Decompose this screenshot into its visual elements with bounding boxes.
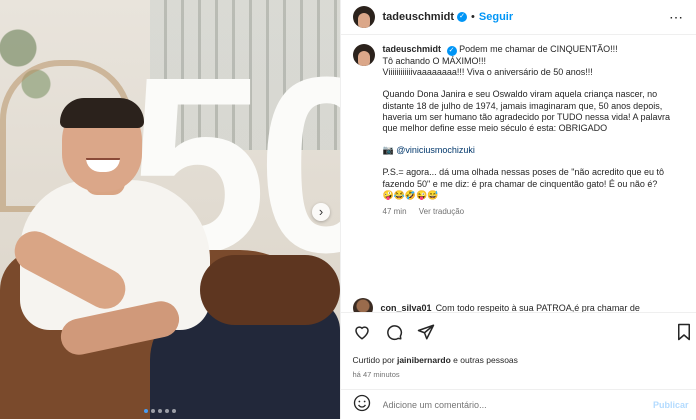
photographer-mention[interactable]: @viniciusmochizuki xyxy=(396,145,475,155)
armchair-arm xyxy=(200,255,340,325)
separator-dot: • xyxy=(471,11,475,23)
publish-button[interactable]: Publicar xyxy=(653,400,689,410)
more-options-icon[interactable]: ⋯ xyxy=(669,9,684,26)
post-sidebar: tadeuschmidt ✓ • Seguir ⋯ tadeuschmidt ✓… xyxy=(339,0,696,420)
caption-username[interactable]: tadeuschmidt xyxy=(383,44,442,54)
post-header: tadeuschmidt ✓ • Seguir ⋯ xyxy=(340,0,696,35)
post-photo[interactable]: 50 › xyxy=(0,0,340,419)
carousel-dot xyxy=(172,409,176,413)
caption-paragraph: P.S.= agora... dá uma olhada nessas pose… xyxy=(382,167,664,189)
comment-input[interactable] xyxy=(380,399,635,411)
likes-summary: Curtido por jainibernardo e outras pesso… xyxy=(352,355,518,365)
carousel-indicator xyxy=(144,409,176,413)
add-comment-bar: Publicar xyxy=(340,389,696,420)
comment-icon[interactable] xyxy=(385,323,403,341)
post-caption: tadeuschmidt ✓ Podem me chamar de CINQUE… xyxy=(352,44,683,217)
caption-line: Tô achando O MÁXIMO!!! xyxy=(382,56,487,66)
caption-line: Viiiiiiiiiiiivaaaaaaaa!!! Viva o anivers… xyxy=(382,67,593,78)
post-modal: 50 › tadeuschmidt ✓ • Seguir ⋯ tadeuschm… xyxy=(0,0,696,419)
carousel-dot xyxy=(144,409,148,413)
liker-username[interactable]: jainibernardo xyxy=(397,355,451,365)
avatar[interactable] xyxy=(352,6,375,28)
carousel-next-button[interactable]: › xyxy=(312,203,330,221)
avatar[interactable] xyxy=(352,44,375,66)
heart-icon[interactable] xyxy=(353,323,371,341)
action-bar: Curtido por jainibernardo e outras pesso… xyxy=(340,312,696,389)
post-time: há 47 minutos xyxy=(352,370,400,379)
verified-icon: ✓ xyxy=(457,12,468,22)
translate-link[interactable]: Ver tradução xyxy=(419,207,464,216)
caption-time: 47 min xyxy=(382,207,407,217)
follow-button[interactable]: Seguir xyxy=(479,11,513,23)
verified-icon: ✓ xyxy=(446,46,457,56)
share-icon[interactable] xyxy=(417,323,435,341)
username-link[interactable]: tadeuschmidt xyxy=(383,11,455,23)
carousel-dot xyxy=(165,409,169,413)
emoji-icon[interactable] xyxy=(353,394,371,417)
carousel-dot xyxy=(158,409,162,413)
carousel-dot xyxy=(151,409,155,413)
caption-paragraph: Quando Dona Janira e seu Oswaldo viram a… xyxy=(382,89,671,134)
camera-icon: 📷 xyxy=(382,145,394,156)
person-hair xyxy=(60,98,144,128)
bookmark-icon[interactable] xyxy=(675,323,693,341)
caption-emojis: 🤪😂🤣😜😅 xyxy=(382,189,439,200)
caption-line: Podem me chamar de CINQUENTÃO!!! xyxy=(459,44,618,54)
